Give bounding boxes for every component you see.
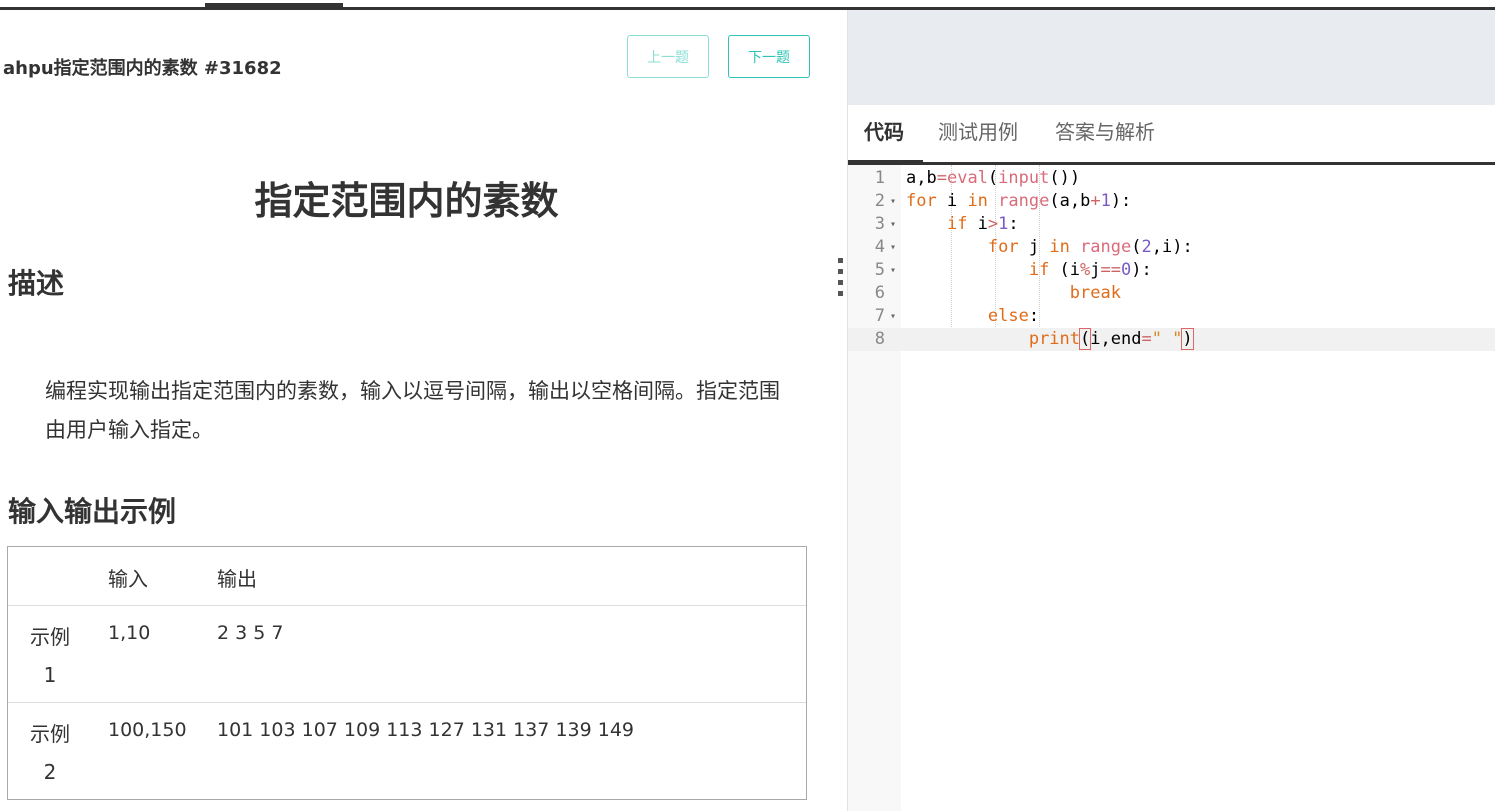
example-output: 2 3 5 7: [217, 622, 284, 644]
code-line[interactable]: 3 ▾ if i>1:: [848, 213, 1495, 236]
examples-heading: 输入输出示例: [8, 495, 177, 528]
code-line[interactable]: 4 ▾ for j in range(2,i):: [848, 236, 1495, 259]
table-header-row: 输入 输出: [8, 547, 806, 605]
fold-arrow-icon[interactable]: ▾: [890, 190, 896, 213]
line-number: 7: [874, 306, 885, 326]
code-editor[interactable]: 1 a,b=eval(input()) 2 ▾ for i in range(a…: [848, 165, 1495, 811]
problem-heading: 指定范围内的素数: [254, 179, 559, 223]
top-tab-bar: [0, 0, 1495, 10]
prev-problem-button[interactable]: 上一题: [627, 35, 709, 78]
tab-answer-analysis[interactable]: 答案与解析: [1055, 105, 1155, 162]
example-input: 100,150: [108, 719, 187, 741]
code-line[interactable]: 2 ▾ for i in range(a,b+1):: [848, 190, 1495, 213]
example-label: 示例 2: [30, 722, 70, 784]
description-text: 编程实现输出指定范围内的素数，输入以逗号间隔，输出以空格间隔。指定范围由用户输入…: [45, 379, 780, 442]
code-line[interactable]: 7 ▾ else:: [848, 305, 1495, 328]
table-row: 示例 2 100,150 101 103 107 109 113 127 131…: [8, 702, 806, 799]
examples-table: 输入 输出 示例 1 1,10 2 3 5 7 示例 2 100,150 101…: [7, 546, 807, 800]
fold-arrow-icon[interactable]: ▾: [890, 259, 896, 282]
fold-arrow-icon[interactable]: ▾: [890, 213, 896, 236]
editor-pane: 代码 测试用例 答案与解析 1 a,b=eval(input()) 2 ▾ fo…: [848, 10, 1495, 811]
table-header-output: 输出: [217, 567, 257, 591]
line-number: 5: [874, 260, 885, 280]
tab-code[interactable]: 代码: [864, 105, 904, 162]
editor-tabs: 代码 测试用例 答案与解析: [848, 105, 1495, 165]
example-output: 101 103 107 109 113 127 131 137 139 149: [217, 719, 635, 741]
active-tab-indicator: [848, 160, 923, 164]
problem-pane: ahpu指定范围内的素数 #31682 上一题 下一题 指定范围内的素数 描述 …: [0, 10, 847, 811]
problem-title: ahpu指定范围内的素数 #31682: [3, 58, 282, 79]
next-problem-button[interactable]: 下一题: [728, 35, 810, 78]
table-header-input: 输入: [108, 567, 148, 591]
table-row: 示例 1 1,10 2 3 5 7: [8, 605, 806, 702]
code-line[interactable]: 6 break: [848, 282, 1495, 305]
example-input: 1,10: [108, 622, 151, 644]
fold-arrow-icon[interactable]: ▾: [890, 236, 896, 259]
line-number: 4: [874, 237, 885, 257]
code-line[interactable]: 1 a,b=eval(input()): [848, 167, 1495, 190]
drag-handle-icon[interactable]: [838, 258, 844, 300]
code-line-current[interactable]: 8 print(i,end=" "): [848, 328, 1495, 351]
tab-test-cases[interactable]: 测试用例: [938, 105, 1018, 162]
description-heading: 描述: [8, 267, 65, 300]
example-label: 示例 1: [30, 625, 70, 687]
editor-toolbar-area: [848, 10, 1495, 105]
line-number: 2: [874, 191, 885, 211]
code-line[interactable]: 5 ▾ if (i%j==0):: [848, 259, 1495, 282]
line-number: 3: [874, 214, 885, 234]
line-number: 8: [874, 329, 885, 349]
fold-arrow-icon[interactable]: ▾: [890, 305, 896, 328]
line-number: 1: [874, 168, 885, 188]
line-number: 6: [874, 283, 885, 303]
